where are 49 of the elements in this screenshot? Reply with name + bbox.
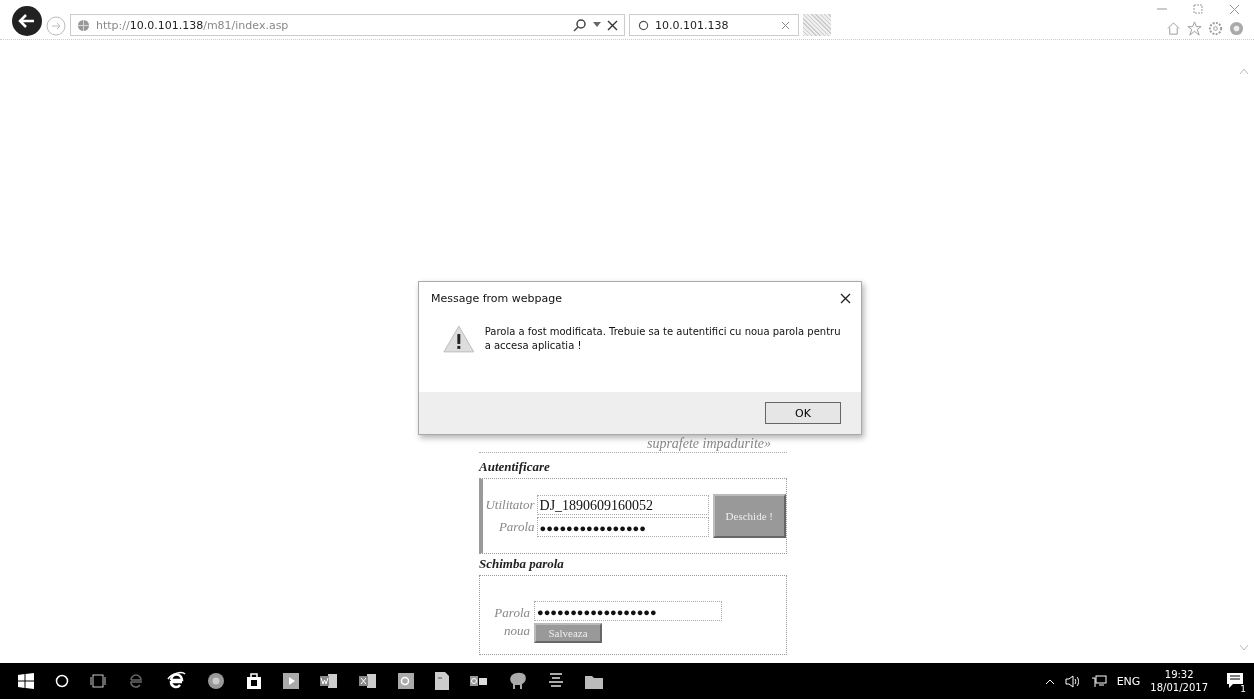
play-tile-icon[interactable] bbox=[283, 673, 299, 689]
section-title: Schimba parola bbox=[479, 556, 565, 572]
clock-date: 18/01/2017 bbox=[1150, 681, 1208, 694]
notification-count: 1 bbox=[1238, 684, 1248, 694]
database-tile-icon[interactable] bbox=[398, 673, 414, 689]
password-field[interactable]: ●●●●●●●●●●●●●●●● bbox=[536, 517, 709, 537]
spreadsheet-x-icon[interactable] bbox=[359, 673, 377, 689]
back-button[interactable] bbox=[12, 6, 42, 36]
username-field[interactable]: DJ_1890609160052 bbox=[536, 495, 709, 515]
speaker-icon[interactable] bbox=[1064, 674, 1081, 688]
warning-icon bbox=[443, 325, 475, 353]
windows-icon[interactable] bbox=[18, 673, 34, 689]
dropdown-caret-icon[interactable] bbox=[593, 22, 601, 28]
dialog-message: Parola a fost modificata. Trebuie sa te autentifici cu noua parola pentru a accesa aplicatia ! bbox=[484, 325, 841, 353]
document-icon[interactable] bbox=[435, 672, 449, 690]
section-title: Autentificare bbox=[479, 459, 551, 475]
circle-app-icon[interactable] bbox=[207, 672, 225, 690]
new-password-label: noua bbox=[504, 622, 530, 640]
notification-icon[interactable] bbox=[1226, 672, 1244, 690]
search-icon[interactable] bbox=[573, 18, 587, 32]
new-password-label: Parola bbox=[494, 604, 530, 622]
document-w-icon[interactable] bbox=[320, 673, 338, 689]
search-icon[interactable] bbox=[55, 674, 69, 688]
address-bar[interactable]: http://10.0.101.138/m81/index.asp bbox=[70, 14, 625, 36]
new-password-field[interactable]: ●●●●●●●●●●●●●●●●●● bbox=[534, 601, 722, 621]
clock[interactable]: 19:32 18/01/2017 bbox=[1150, 668, 1208, 694]
address-text: http://10.0.101.138/m81/index.asp bbox=[96, 18, 289, 32]
browser-tab[interactable]: 10.0.101.138 bbox=[629, 14, 799, 36]
close-icon[interactable] bbox=[840, 293, 851, 304]
language-indicator[interactable]: ENG bbox=[1116, 674, 1141, 688]
ok-button[interactable]: OK bbox=[765, 402, 841, 424]
loading-icon bbox=[638, 19, 649, 31]
task-view-icon[interactable] bbox=[90, 674, 106, 688]
star-icon[interactable] bbox=[1187, 21, 1202, 36]
shopping-bag-icon[interactable] bbox=[246, 672, 262, 690]
folder-icon[interactable] bbox=[585, 673, 603, 689]
dialog-title: Message from webpage bbox=[431, 292, 563, 305]
password-label: Parola bbox=[498, 518, 535, 536]
chevron-up-icon[interactable] bbox=[1044, 677, 1055, 685]
tagline-text: suprafete impadurite» bbox=[479, 436, 787, 453]
network-icon[interactable] bbox=[1090, 674, 1107, 688]
clock-time: 19:32 bbox=[1164, 668, 1194, 681]
stop-icon[interactable] bbox=[607, 19, 618, 31]
settings-icon[interactable] bbox=[1208, 21, 1223, 36]
browser-e-icon[interactable] bbox=[166, 671, 186, 691]
user-label: Utilitator bbox=[485, 496, 535, 514]
app-icon[interactable] bbox=[548, 672, 564, 690]
mail-o-icon[interactable] bbox=[470, 674, 488, 688]
globe-icon bbox=[77, 18, 90, 32]
